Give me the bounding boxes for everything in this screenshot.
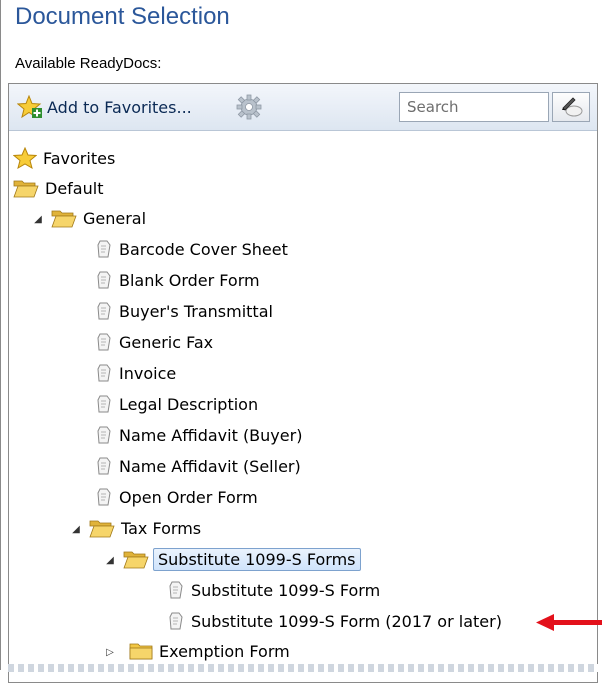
eraser-icon (562, 97, 583, 117)
gear-icon[interactable] (236, 94, 262, 120)
folder-closed-icon (129, 643, 153, 660)
tree-node-label: Substitute 1099-S Form (191, 580, 381, 600)
collapse-toggle-icon[interactable]: ◢ (71, 524, 81, 535)
doc-item-legal-description[interactable]: Legal Description (95, 390, 258, 418)
red-arrow-annotation-icon (536, 614, 602, 631)
collapse-toggle-icon[interactable]: ◢ (33, 214, 43, 225)
tree-node-default[interactable]: Default (13, 174, 103, 202)
tree-node-label: Exemption Form (159, 641, 290, 661)
tree-node-favorites[interactable]: Favorites (13, 144, 115, 172)
tree-node-tax-forms[interactable]: Tax Forms (89, 514, 201, 542)
tree-node-label: Generic Fax (119, 332, 214, 352)
expand-toggle-icon[interactable]: ▷ (105, 647, 115, 658)
search-input[interactable] (399, 92, 549, 122)
star-icon (13, 147, 37, 169)
folder-open-icon (123, 551, 149, 569)
document-icon (97, 240, 111, 258)
toolbar: Add to Favorites... (9, 84, 597, 131)
document-icon (97, 426, 111, 444)
collapse-toggle-icon[interactable]: ◢ (105, 555, 115, 566)
tree-node-label: Substitute 1099-S Forms (153, 547, 361, 571)
tree-node-label: Legal Description (119, 394, 259, 414)
tree-node-label: Blank Order Form (119, 270, 260, 290)
page-title: Document Selection (15, 3, 230, 30)
add-to-favorites-button[interactable]: Add to Favorites... (17, 92, 192, 122)
tree-node-exemption-form[interactable]: Exemption Form (129, 637, 290, 665)
document-icon (97, 488, 111, 506)
tree-node-label: Barcode Cover Sheet (119, 239, 288, 259)
document-icon (97, 302, 111, 320)
tree-node-label: Favorites (43, 148, 116, 168)
star-add-icon (17, 95, 42, 119)
tree-node-label: General (83, 208, 147, 228)
document-icon (169, 581, 183, 599)
tree-node-label: Name Affidavit (Seller) (119, 456, 301, 476)
document-icon (97, 457, 111, 475)
clear-search-button[interactable] (552, 92, 590, 122)
tree-node-label: Name Affidavit (Buyer) (119, 425, 303, 445)
doc-item-barcode-cover-sheet[interactable]: Barcode Cover Sheet (95, 235, 288, 263)
doc-item-name-affidavit-buyer[interactable]: Name Affidavit (Buyer) (95, 421, 302, 449)
tree-node-label: Tax Forms (121, 518, 202, 538)
add-to-favorites-label: Add to Favorites... (47, 97, 192, 117)
doc-item-open-order-form[interactable]: Open Order Form (95, 483, 258, 511)
tree-node-label: Open Order Form (119, 487, 258, 507)
tree-node-label: Invoice (119, 363, 177, 383)
document-icon (97, 333, 111, 351)
tree-node-label: Substitute 1099-S Form (2017 or later) (191, 611, 502, 631)
document-icon (169, 612, 183, 630)
folder-open-icon (51, 210, 77, 228)
readydocs-panel: Add to Favorites... Search Favorites Def… (8, 83, 598, 683)
cropped-bottom-edge (8, 664, 598, 672)
folder-open-icon (89, 520, 115, 538)
tree-node-label: Default (45, 178, 104, 198)
tree-node-substitute-1099s-forms[interactable]: Substitute 1099-S Forms (123, 545, 361, 573)
document-icon (97, 271, 111, 289)
doc-item-blank-order-form[interactable]: Blank Order Form (95, 266, 260, 294)
doc-item-invoice[interactable]: Invoice (95, 359, 176, 387)
available-readydocs-label: Available ReadyDocs: (15, 55, 162, 72)
tree-node-general[interactable]: General (51, 204, 146, 232)
doc-item-name-affidavit-seller[interactable]: Name Affidavit (Seller) (95, 452, 301, 480)
folder-open-icon (13, 180, 39, 198)
document-icon (97, 364, 111, 382)
document-icon (97, 395, 111, 413)
doc-item-substitute-1099s-form[interactable]: Substitute 1099-S Form (167, 576, 380, 604)
doc-item-generic-fax[interactable]: Generic Fax (95, 328, 213, 356)
doc-item-buyers-transmittal[interactable]: Buyer's Transmittal (95, 297, 273, 325)
doc-item-substitute-1099s-form-2017[interactable]: Substitute 1099-S Form (2017 or later) (167, 607, 502, 635)
tree-node-label: Buyer's Transmittal (119, 301, 273, 321)
